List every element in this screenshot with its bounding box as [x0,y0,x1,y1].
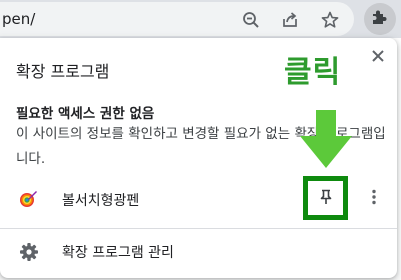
more-vertical-icon [372,189,376,209]
url-text[interactable]: pen/ [2,10,35,28]
rainbow-brush-icon [18,189,38,209]
manage-extensions-label[interactable]: 확장 프로그램 관리 [62,242,174,262]
extensions-button[interactable] [364,3,396,35]
section-heading: 필요한 액세스 권한 없음 [16,106,155,122]
close-icon [372,47,384,66]
popup-title: 확장 프로그램 [16,62,110,81]
click-annotation-text: 클릭 [284,55,342,90]
share-icon[interactable] [280,10,300,30]
star-icon[interactable] [320,10,340,30]
gear-icon [19,242,39,262]
browser-toolbar: pen/ [0,0,401,38]
highlight-box [303,176,348,220]
close-button[interactable] [368,46,388,66]
puzzle-icon [371,8,389,30]
extension-name[interactable]: 볼서치형광펜 [62,190,139,210]
address-bar[interactable]: pen/ [0,2,354,36]
zoom-out-icon[interactable] [241,10,261,30]
down-arrow-icon [300,110,352,168]
manage-extensions-item[interactable]: 확장 프로그램 관리 [0,234,397,270]
more-options-button[interactable] [366,189,382,209]
divider [0,228,397,229]
